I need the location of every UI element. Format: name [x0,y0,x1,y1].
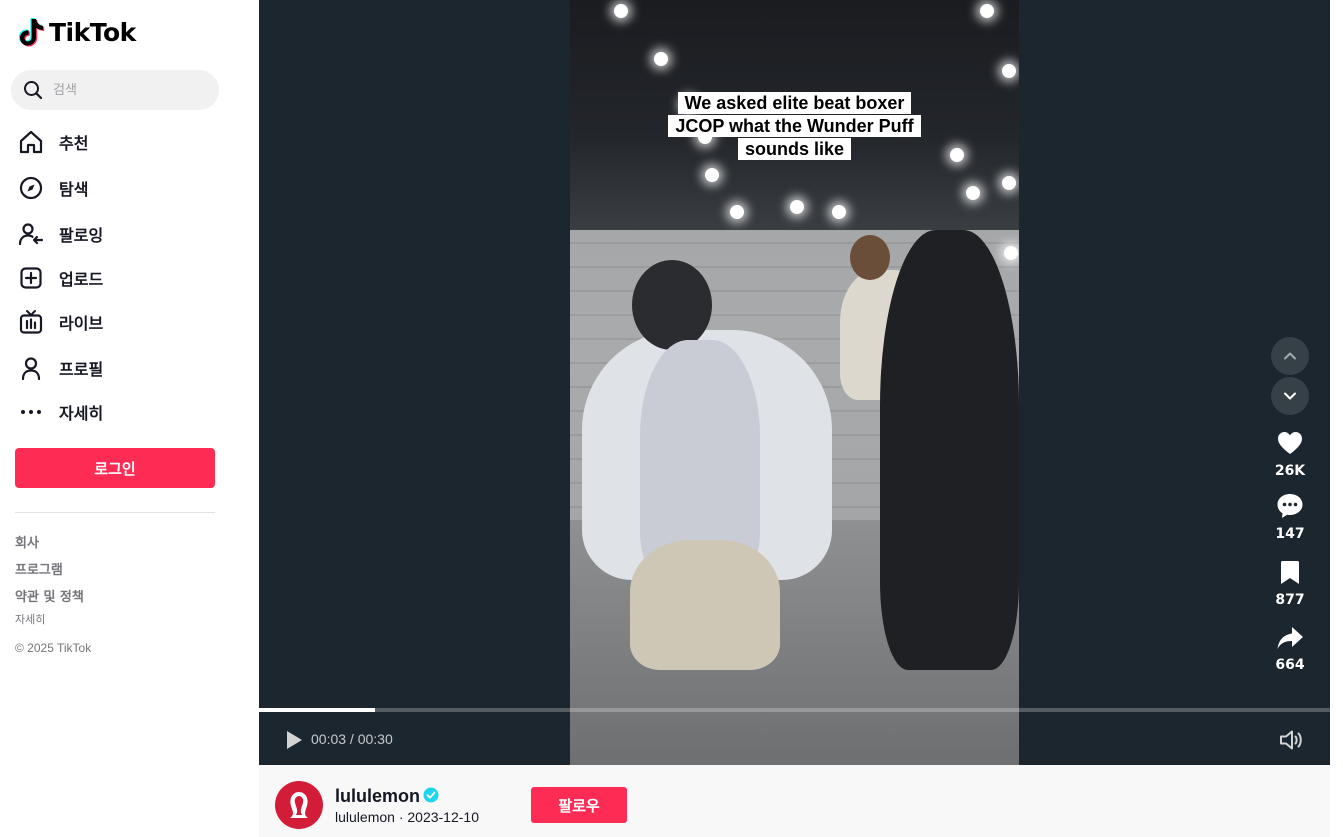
more-icon [18,399,44,425]
like-button[interactable]: 26K [1270,429,1310,479]
lululemon-logo-icon [290,792,308,818]
save-button[interactable]: 877 [1270,560,1310,608]
copyright: © 2025 TikTok [15,641,92,655]
tiktok-logo[interactable]: TikTok [19,17,136,47]
caption-line: sounds like [737,138,852,160]
nav-label: 프로필 [59,360,104,379]
share-count: 664 [1275,657,1305,673]
sidebar: TikTok 추천 탐색 팔로잉 [0,0,259,837]
nav-item-more[interactable]: 자세히 [18,392,103,432]
login-button[interactable]: 로그인 [15,448,215,488]
nav-label: 자세히 [59,404,104,423]
nav-item-upload[interactable]: 업로드 [18,258,103,298]
nav-label: 팔로잉 [59,226,104,245]
save-count: 877 [1275,592,1305,608]
nav-label: 업로드 [59,270,104,289]
comment-button[interactable]: 147 [1270,492,1310,542]
sidebar-divider [15,512,215,513]
ceiling-light [654,52,668,66]
nav-item-explore[interactable]: 탐색 [18,168,88,208]
ceiling-light [730,205,744,219]
progress-fill [259,708,375,712]
ceiling-light [966,186,980,200]
background-person-head [850,235,890,280]
share-button[interactable]: 664 [1270,625,1310,673]
chevron-down-icon [1284,392,1296,400]
nav-item-live[interactable]: 라이브 [18,302,103,342]
progress-bar[interactable] [259,708,1330,712]
previous-video-button[interactable] [1271,337,1309,375]
nav-item-following[interactable]: 팔로잉 [18,214,103,254]
chevron-up-icon [1284,352,1296,360]
footer-link-company[interactable]: 회사 [15,532,39,551]
play-icon[interactable] [283,729,305,751]
like-count: 26K [1274,463,1306,479]
creator-name[interactable]: lululemon [335,786,420,807]
ceiling-light [1004,246,1018,260]
ceiling-light [790,200,804,214]
comment-count: 147 [1275,526,1305,542]
share-icon [1277,627,1303,649]
video-frame[interactable]: We asked elite beat boxer JCOP what the … [570,0,1019,765]
profile-icon [18,355,44,381]
tiktok-logo-icon [19,18,45,47]
comment-icon [1277,494,1303,518]
logo-text: TikTok [49,17,136,47]
footer-link-program[interactable]: 프로그램 [15,559,63,578]
search-bar[interactable] [11,70,219,110]
creator-meta: lululemon · 2023-12-10 [335,809,479,825]
ceiling-light [832,205,846,219]
footer-link-more[interactable]: 자세히 [15,611,45,627]
creator-info-bar: lululemon lululemon · 2023-12-10 팔로우 [259,765,1330,837]
home-icon [18,129,44,155]
following-icon [18,221,44,247]
upload-icon [18,265,44,291]
ceiling-light [1002,64,1016,78]
ceiling-light [614,4,628,18]
person-black-coat [880,230,1019,670]
verified-badge-icon [423,787,439,803]
search-icon [24,81,43,100]
playback-time: 00:03 / 00:30 [311,731,393,747]
video-player[interactable]: We asked elite beat boxer JCOP what the … [259,0,1330,765]
bookmark-icon [1281,561,1299,584]
ceiling-light [980,4,994,18]
nav-item-profile[interactable]: 프로필 [18,348,103,388]
ceiling-light [705,168,719,182]
nav-label: 탐색 [59,180,89,199]
video-caption: We asked elite beat boxer JCOP what the … [570,92,1019,161]
follow-button[interactable]: 팔로우 [531,787,627,823]
person-head [632,260,712,350]
compass-icon [18,175,44,201]
caption-line: We asked elite beat boxer [677,92,912,114]
search-input[interactable] [53,82,193,98]
avatar[interactable] [275,781,323,829]
person-pants [630,540,780,670]
heart-icon [1278,432,1302,454]
nav-item-home[interactable]: 추천 [18,122,88,162]
next-video-button[interactable] [1271,377,1309,415]
ceiling-light [1002,176,1016,190]
nav-label: 추천 [59,134,89,153]
volume-icon[interactable] [1278,728,1304,752]
caption-line: JCOP what the Wunder Puff [668,115,921,137]
footer-link-terms[interactable]: 약관 및 정책 [15,586,84,605]
nav-label: 라이브 [59,314,104,333]
live-icon [18,309,44,335]
